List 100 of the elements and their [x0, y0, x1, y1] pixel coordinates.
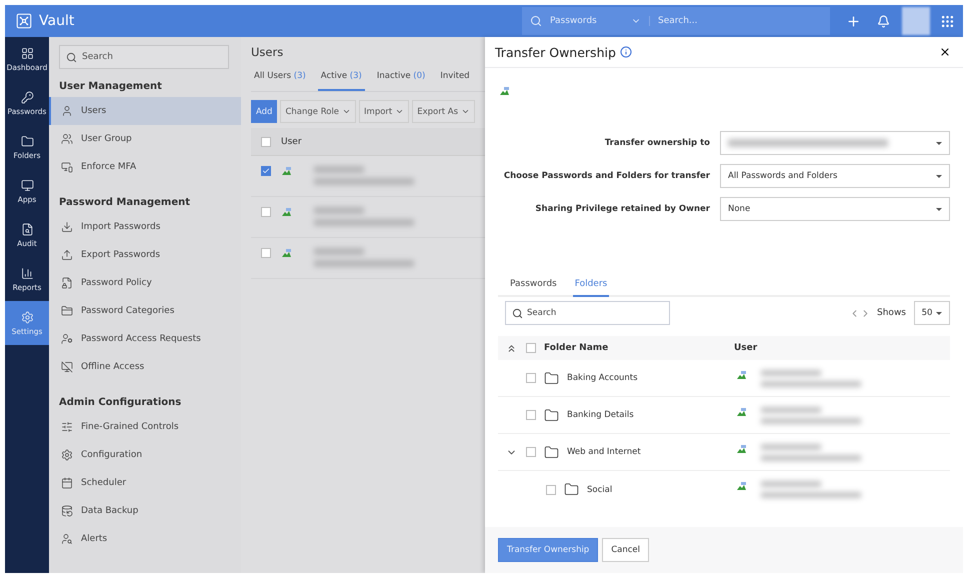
dropdown[interactable]: All Passwords and Folders: [720, 164, 950, 188]
menu-button[interactable]: Export As: [412, 100, 476, 123]
info-icon[interactable]: [620, 46, 632, 58]
field-label: Transfer ownership to: [604, 138, 710, 148]
select-all-checkbox[interactable]: [526, 343, 536, 353]
checkbox[interactable]: [261, 166, 271, 176]
section-title: User Management: [58, 80, 163, 94]
blurred-text: [314, 248, 364, 255]
search-field[interactable]: Search: [505, 301, 670, 325]
upload-icon: [61, 249, 73, 261]
shows-label: Shows: [877, 308, 906, 318]
field-label: Choose Passwords and Folders for transfer: [502, 171, 710, 181]
blurred-text: [761, 444, 821, 450]
vault-logo: [15, 12, 33, 30]
database-icon: [61, 505, 73, 517]
user-search-icon: [61, 533, 73, 545]
filter-tab[interactable]: Active (3): [318, 65, 365, 91]
filter-tab[interactable]: All Users (3): [251, 65, 309, 91]
folder-icon: [61, 305, 73, 317]
devices-icon: [61, 161, 73, 173]
settings-nav-item[interactable]: Import Passwords: [49, 213, 241, 241]
user-gear-icon: [61, 333, 73, 345]
broken-image-icon: [281, 248, 292, 259]
folder-name[interactable]: Social: [587, 484, 612, 494]
page-size-dropdown[interactable]: 50: [914, 301, 950, 325]
bar-chart-icon: [20, 266, 34, 280]
folder-icon: [564, 482, 579, 497]
broken-image-icon: [499, 86, 510, 97]
checkbox[interactable]: [261, 248, 271, 258]
broken-image-icon: [736, 370, 747, 380]
select-all-checkbox[interactable]: [261, 136, 271, 146]
checkbox[interactable]: [526, 373, 536, 383]
broken-image-icon: [281, 166, 292, 177]
column-header: Folder Name: [544, 343, 610, 353]
grid-icon: [20, 46, 34, 60]
menu-button[interactable]: Change Role: [280, 100, 356, 123]
folder-name[interactable]: Web and Internet: [567, 447, 641, 457]
download-icon: [61, 221, 73, 233]
users-icon: [61, 133, 73, 145]
settings-nav-item[interactable]: Users: [49, 97, 241, 125]
settings-nav-item[interactable]: Alerts: [49, 525, 241, 553]
folder-icon: [544, 408, 559, 422]
settings-nav-item[interactable]: Offline Access: [49, 353, 241, 381]
search-icon: [66, 52, 77, 62]
blurred-text: [314, 207, 364, 214]
drawer-title: Transfer Ownership: [495, 44, 616, 60]
cancel-button[interactable]: Cancel: [602, 538, 650, 562]
app-name[interactable]: Vault: [39, 13, 74, 29]
page-title: Users: [251, 45, 284, 59]
checkbox[interactable]: [546, 484, 556, 494]
apps-menu-icon[interactable]: [940, 14, 955, 28]
settings-nav-item[interactable]: User Group: [49, 125, 241, 153]
menu-button[interactable]: Import: [359, 100, 410, 123]
folder-icon: [20, 134, 34, 148]
settings-nav-item[interactable]: Password Policy: [49, 269, 241, 297]
blurred-text: [314, 166, 364, 173]
settings-nav-item[interactable]: Export Passwords: [49, 241, 241, 269]
folder-icon: [544, 444, 559, 460]
checkbox[interactable]: [526, 410, 536, 420]
settings-icon: [20, 310, 34, 324]
blurred-text: [761, 481, 821, 487]
settings-nav-item[interactable]: Data Backup: [49, 497, 241, 525]
tab[interactable]: Folders: [572, 275, 610, 297]
chevron-down-icon: [461, 107, 470, 116]
user-icon: [61, 105, 73, 117]
close-icon[interactable]: [939, 46, 951, 58]
folder-icon: [544, 370, 559, 386]
collapse-all-icon[interactable]: [506, 342, 517, 354]
settings-nav-item[interactable]: Enforce MFA: [49, 153, 241, 181]
settings-nav-item[interactable]: Password Categories: [49, 297, 241, 325]
document-search-icon: [20, 222, 34, 236]
filter-tab[interactable]: Inactive (0): [374, 65, 428, 91]
chevron-down-icon: [395, 107, 404, 116]
dropdown[interactable]: [720, 131, 950, 155]
checkbox[interactable]: [526, 447, 536, 457]
settings-nav-item[interactable]: Password Access Requests: [49, 325, 241, 353]
chevron-down-icon: [342, 107, 352, 116]
section-title: Admin Configurations: [58, 396, 182, 410]
filter-tab[interactable]: Invited: [437, 65, 473, 91]
column-header: User: [281, 136, 302, 146]
settings-nav-item[interactable]: Scheduler: [49, 469, 241, 497]
check-icon: [262, 167, 270, 175]
notifications-icon[interactable]: [877, 14, 890, 28]
folder-name[interactable]: Baking Accounts: [567, 373, 638, 383]
tab[interactable]: Passwords: [508, 275, 559, 297]
dropdown[interactable]: None: [720, 197, 950, 221]
calendar-icon: [61, 477, 73, 489]
blurred-text: [761, 370, 821, 376]
avatar[interactable]: [902, 7, 930, 35]
sliders-icon: [61, 421, 73, 433]
settings-nav-item[interactable]: Fine-Grained Controls: [49, 413, 241, 441]
key-icon: [20, 90, 34, 104]
locked-file-icon: [61, 277, 73, 289]
settings-search-field[interactable]: Search: [59, 45, 229, 69]
add-icon[interactable]: [846, 14, 861, 28]
folder-name[interactable]: Banking Details: [567, 410, 634, 420]
checkbox[interactable]: [261, 207, 271, 217]
settings-nav-item[interactable]: Configuration: [49, 441, 241, 469]
broken-image-icon: [736, 406, 747, 418]
search-icon: [530, 15, 542, 27]
